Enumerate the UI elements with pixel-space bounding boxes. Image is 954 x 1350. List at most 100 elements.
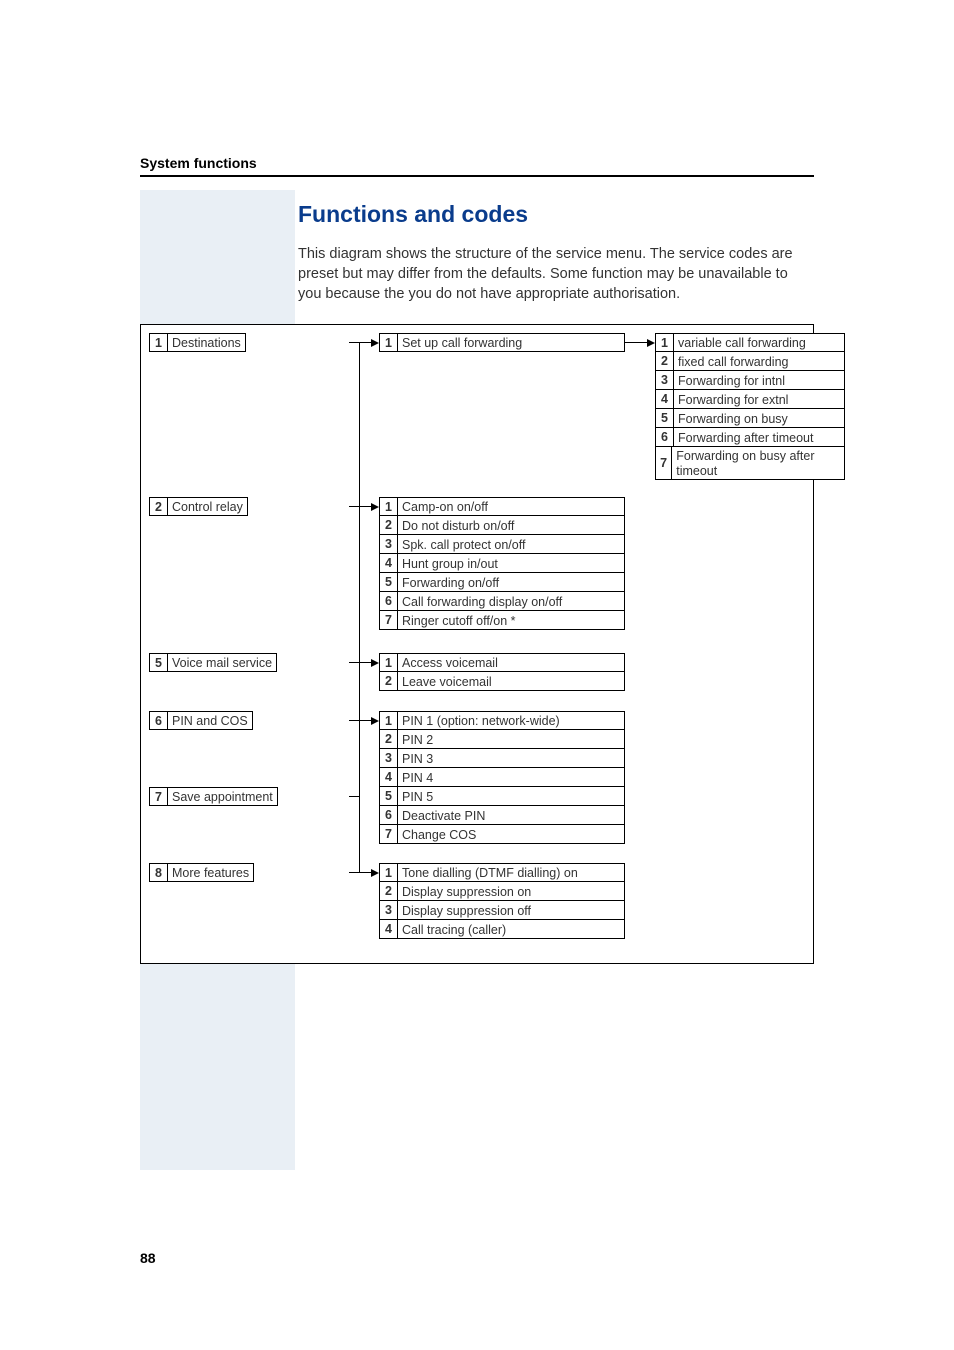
connector-line [349, 872, 371, 873]
menu-num: 1 [656, 334, 674, 351]
menu-voicemail-service: 5 Voice mail service [149, 653, 277, 672]
list-item: 1Access voicemail [379, 653, 625, 672]
menu-num: 6 [150, 712, 168, 729]
list-item: 5Forwarding on busy [655, 409, 845, 428]
menu-label: PIN 1 (option: network-wide) [398, 712, 564, 729]
menu-num: 1 [380, 498, 398, 515]
list-item: 3Spk. call protect on/off [379, 535, 625, 554]
menu-label: Access voicemail [398, 654, 502, 671]
arrow-right-icon [371, 503, 379, 511]
menu-num: 2 [380, 672, 398, 690]
menu-num: 4 [380, 554, 398, 572]
menu-more-features: 8 More features [149, 863, 254, 882]
menu-num: 2 [380, 882, 398, 900]
menu-label: Hunt group in/out [398, 554, 502, 572]
menu-label: Save appointment [168, 788, 277, 805]
menu-label: Camp-on on/off [398, 498, 492, 515]
connector-line [359, 342, 360, 872]
menu-label: Forwarding on/off [398, 573, 503, 591]
page-title: Functions and codes [298, 201, 814, 228]
submenu-call-forwarding: 1variable call forwarding 2fixed call fo… [655, 333, 845, 480]
menu-pin-cos: 6 PIN and COS [149, 711, 253, 730]
menu-label: Forwarding for intnl [674, 371, 789, 389]
menu-destinations: 1 Destinations [149, 333, 246, 352]
menu-label: Deactivate PIN [398, 806, 489, 824]
list-item: 6Forwarding after timeout [655, 428, 845, 447]
menu-label: fixed call forwarding [674, 352, 792, 370]
arrow-right-icon [647, 339, 655, 347]
menu-label: variable call forwarding [674, 334, 810, 351]
menu-label: PIN 3 [398, 749, 437, 767]
list-item: 2Display suppression on [379, 882, 625, 901]
menu-label: Forwarding for extnl [674, 390, 792, 408]
connector-line [349, 796, 360, 797]
list-item: 2PIN 2 [379, 730, 625, 749]
menu-num: 4 [656, 390, 674, 408]
list-item: 7Forwarding on busy after timeout [655, 447, 845, 480]
menu-num: 5 [656, 409, 674, 427]
menu-num: 3 [380, 535, 398, 553]
list-item: 3Forwarding for intnl [655, 371, 845, 390]
menu-label: Forwarding on busy after timeout [672, 447, 844, 479]
list-item: 4Forwarding for extnl [655, 390, 845, 409]
menu-num: 1 [380, 864, 398, 881]
list-item: 3PIN 3 [379, 749, 625, 768]
list-item: 7Change COS [379, 825, 625, 844]
page-number: 88 [140, 1250, 156, 1266]
menu-label: Do not disturb on/off [398, 516, 518, 534]
menu-num: 1 [150, 334, 168, 351]
menu-num: 7 [380, 611, 398, 629]
menu-num: 5 [380, 787, 398, 805]
menu-num: 7 [656, 447, 672, 479]
menu-num: 1 [380, 654, 398, 671]
menu-label: Display suppression on [398, 882, 535, 900]
arrow-right-icon [371, 717, 379, 725]
menu-num: 6 [380, 806, 398, 824]
menu-label: Forwarding after timeout [674, 428, 817, 446]
menu-num: 5 [150, 654, 168, 671]
menu-num: 3 [656, 371, 674, 389]
arrow-right-icon [371, 659, 379, 667]
menu-label: Call tracing (caller) [398, 920, 510, 938]
menu-num: 2 [380, 730, 398, 748]
list-item: 2Leave voicemail [379, 672, 625, 691]
menu-num: 3 [380, 749, 398, 767]
list-item: 4Call tracing (caller) [379, 920, 625, 939]
menu-label: Leave voicemail [398, 672, 496, 690]
list-item: 1PIN 1 (option: network-wide) [379, 711, 625, 730]
menu-label: Set up call forwarding [398, 334, 526, 351]
arrow-right-icon [371, 339, 379, 347]
menu-label: More features [168, 864, 253, 881]
menu-label: Tone dialling (DTMF dialling) on [398, 864, 582, 881]
menu-num: 1 [380, 334, 398, 351]
menu-num: 4 [380, 768, 398, 786]
menu-num: 1 [380, 712, 398, 729]
menu-label: Change COS [398, 825, 480, 843]
menu-num: 7 [380, 825, 398, 843]
intro-paragraph: This diagram shows the structure of the … [298, 244, 814, 304]
list-item: 6Deactivate PIN [379, 806, 625, 825]
menu-num: 2 [150, 498, 168, 515]
menu-label: Voice mail service [168, 654, 276, 671]
list-item: 1Camp-on on/off [379, 497, 625, 516]
menu-num: 2 [380, 516, 398, 534]
submenu-pin-cos: 1PIN 1 (option: network-wide) 2PIN 2 3PI… [379, 711, 625, 844]
menu-num: 2 [656, 352, 674, 370]
list-item: 1variable call forwarding [655, 333, 845, 352]
menu-num: 6 [380, 592, 398, 610]
list-item: 1Tone dialling (DTMF dialling) on [379, 863, 625, 882]
menu-label: Spk. call protect on/off [398, 535, 529, 553]
menu-num: 5 [380, 573, 398, 591]
arrow-right-icon [371, 869, 379, 877]
menu-label: Destinations [168, 334, 245, 351]
list-item: 2fixed call forwarding [655, 352, 845, 371]
list-item: 5Forwarding on/off [379, 573, 625, 592]
list-item: 5PIN 5 [379, 787, 625, 806]
list-item: 3Display suppression off [379, 901, 625, 920]
connector-line [625, 342, 647, 343]
menu-label: PIN 5 [398, 787, 437, 805]
menu-num: 3 [380, 901, 398, 919]
menu-label: Ringer cutoff off/on * [398, 611, 520, 629]
diagram-frame: 1 Destinations 2 Control relay 5 Voice m… [140, 324, 814, 964]
list-item: 4Hunt group in/out [379, 554, 625, 573]
